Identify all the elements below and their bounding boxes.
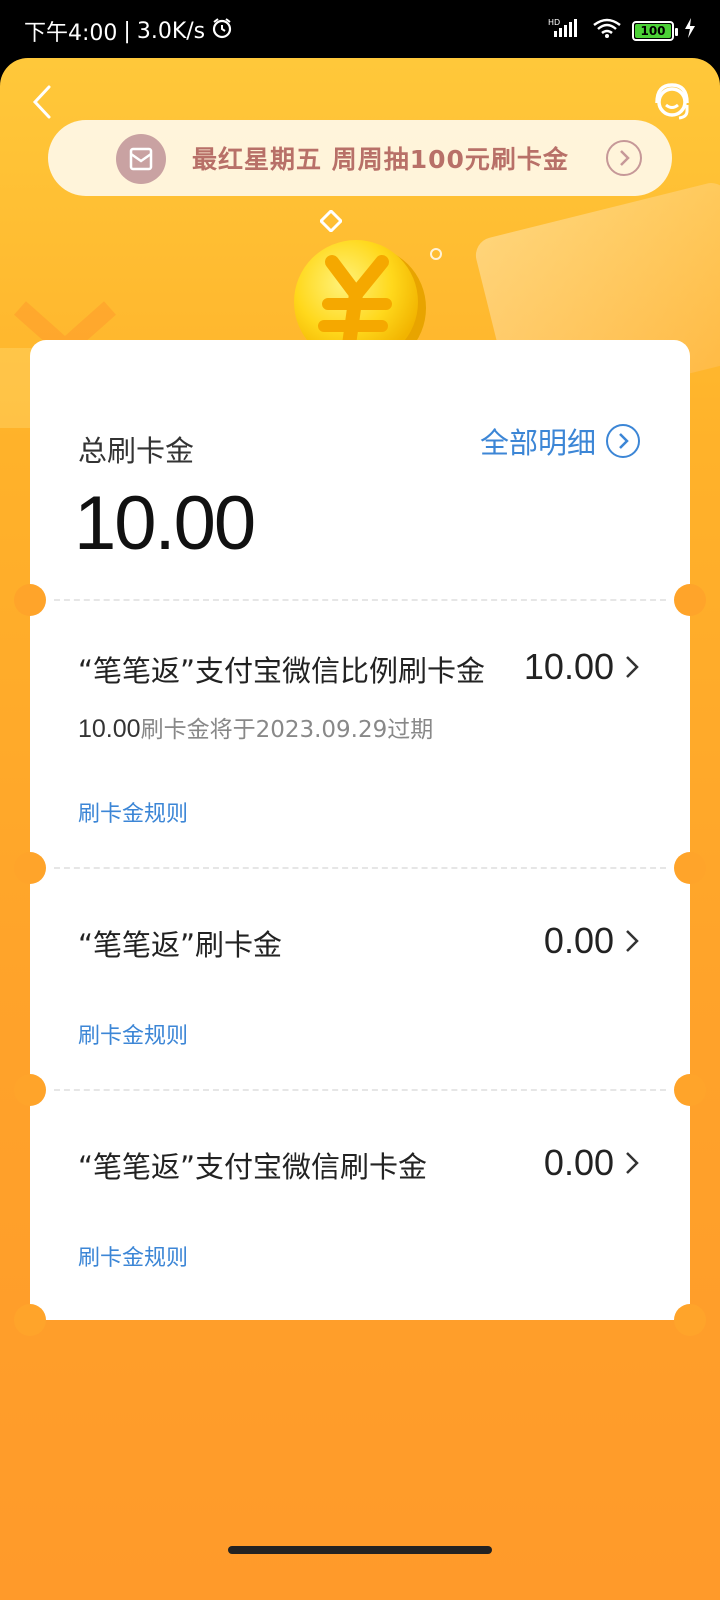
dashed-divider xyxy=(54,867,666,869)
app-container: 最红星期五 周周抽100元刷卡金 总刷卡金 全部明细 10.00 “笔笔返”支付… xyxy=(0,58,720,1600)
back-button[interactable] xyxy=(22,82,62,122)
balance-card: 总刷卡金 全部明细 10.00 “笔笔返”支付宝微信比例刷卡金 10.00 10… xyxy=(14,340,706,1336)
card-notch xyxy=(14,1304,46,1336)
alarm-icon xyxy=(211,17,233,45)
status-time: 下午4:00 xyxy=(24,21,118,46)
envelope-icon xyxy=(116,134,166,184)
svg-text:HD: HD xyxy=(548,18,560,27)
section-value: 0.00 xyxy=(543,1142,614,1183)
promo-banner[interactable]: 最红星期五 周周抽100元刷卡金 xyxy=(48,120,672,196)
rules-link[interactable]: 刷卡金规则 xyxy=(78,1018,188,1050)
section-title: “笔笔返”支付宝微信刷卡金 xyxy=(78,1150,428,1184)
banner-arrow-icon xyxy=(606,140,642,176)
rules-link[interactable]: 刷卡金规则 xyxy=(78,796,188,828)
card-notch xyxy=(674,852,706,884)
total-value: 10.00 xyxy=(74,481,256,566)
expire-notice: 10.00刷卡金将于2023.09.29过期 xyxy=(78,710,433,744)
wifi-icon xyxy=(592,17,622,45)
section-title: “笔笔返”刷卡金 xyxy=(78,928,283,962)
charging-icon xyxy=(684,18,696,44)
expire-text: 刷卡金将于2023.09.29过期 xyxy=(140,717,434,743)
chevron-right-icon xyxy=(626,1152,639,1174)
expire-amount: 10.00 xyxy=(78,715,141,743)
customer-service-button[interactable] xyxy=(650,80,694,124)
card-notch xyxy=(674,584,706,616)
card-notch xyxy=(674,1304,706,1336)
dashed-divider xyxy=(54,599,666,601)
rules-link[interactable]: 刷卡金规则 xyxy=(78,1240,188,1272)
chevron-right-circle-icon xyxy=(606,424,640,458)
card-notch xyxy=(674,1074,706,1106)
card-notch xyxy=(14,1074,46,1106)
status-separator: | xyxy=(123,18,131,44)
section-title: “笔笔返”支付宝微信比例刷卡金 xyxy=(78,654,486,688)
card-notch xyxy=(14,584,46,616)
banner-text: 最红星期五 周周抽100元刷卡金 xyxy=(192,145,569,174)
home-indicator[interactable] xyxy=(228,1546,492,1554)
status-right: HD 100 xyxy=(548,17,696,45)
battery-icon: 100 xyxy=(632,21,678,41)
section-value: 0.00 xyxy=(543,920,614,961)
dot-sparkle-icon xyxy=(430,248,442,260)
status-bar: 下午4:00 | 3.0K/s HD 100 xyxy=(0,0,720,62)
chevron-right-icon xyxy=(626,930,639,952)
total-label: 总刷卡金 xyxy=(78,434,195,468)
chevron-right-icon xyxy=(626,656,639,678)
chevron-left-icon xyxy=(32,85,51,119)
all-details-link[interactable]: 全部明细 xyxy=(480,420,640,462)
sparkle-icon xyxy=(320,210,342,232)
battery-level: 100 xyxy=(635,24,671,38)
dashed-divider xyxy=(54,1089,666,1091)
status-left: 下午4:00 | 3.0K/s xyxy=(24,15,233,47)
customer-service-icon xyxy=(655,83,689,120)
network-speed: 3.0K/s xyxy=(136,18,206,44)
section-value: 10.00 xyxy=(523,646,614,687)
all-details-label: 全部明细 xyxy=(479,426,596,460)
signal-icon: HD xyxy=(548,17,582,45)
card-notch xyxy=(14,852,46,884)
